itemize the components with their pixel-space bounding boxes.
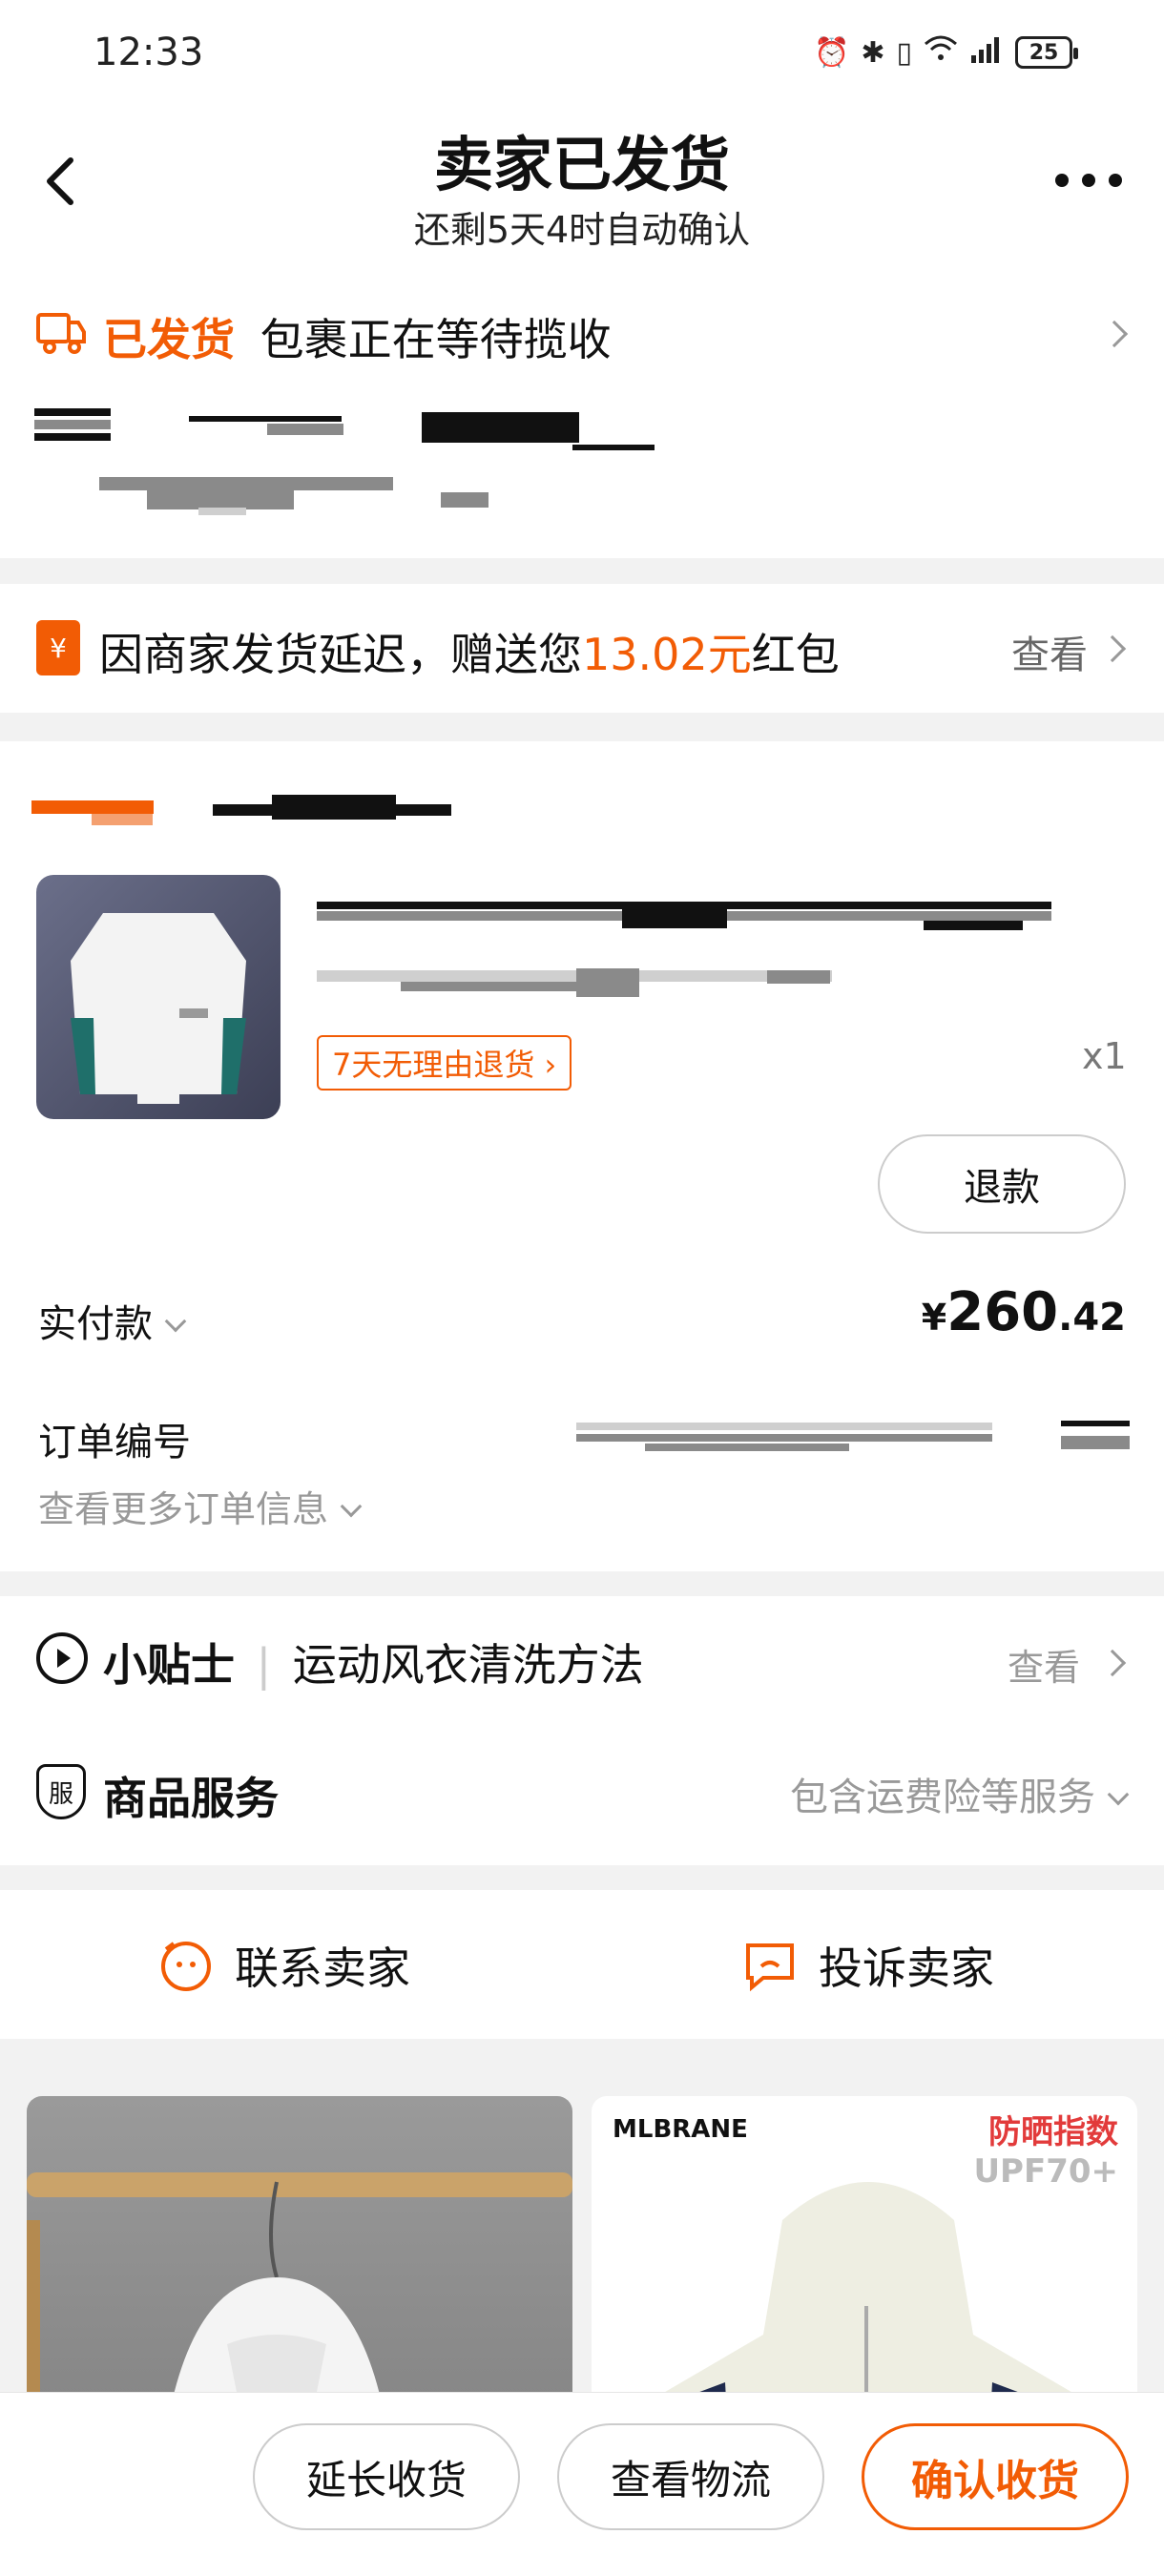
refund-button[interactable]: 退款 bbox=[878, 1134, 1126, 1234]
auto-confirm-countdown: 还剩5天4时自动确认 bbox=[413, 209, 751, 251]
order-card: 7天无理由退货 › x1 退款 实付款 ¥260.42 订单编号 查看更多订单信… bbox=[0, 741, 1164, 1571]
order-number-label: 订单编号 bbox=[38, 1421, 191, 1465]
chevron-down-icon bbox=[340, 1495, 363, 1518]
status-time: 12:33 bbox=[94, 31, 204, 74]
return-policy-badge[interactable]: 7天无理由退货 › bbox=[317, 1035, 572, 1091]
upf-badge: 防晒指数 UPF70+ bbox=[973, 2113, 1118, 2191]
battery-icon: 25 bbox=[1015, 36, 1078, 69]
tips-view-link[interactable]: 查看 bbox=[1008, 1638, 1080, 1691]
page-header: 卖家已发货 还剩5天4时自动确认 bbox=[0, 105, 1164, 267]
view-logistics-button[interactable]: 查看物流 bbox=[557, 2423, 824, 2530]
confirm-receipt-button[interactable]: 确认收货 bbox=[862, 2423, 1129, 2530]
signal-icon bbox=[969, 34, 1004, 71]
product-quantity: x1 bbox=[1082, 1035, 1127, 1077]
coupon-banner[interactable]: ¥ 因商家发货延迟，赠送您13.02元红包 查看 bbox=[0, 584, 1164, 713]
chevron-down-icon bbox=[1107, 1783, 1130, 1806]
shipping-message: 包裹正在等待揽收 bbox=[260, 314, 612, 365]
extend-receipt-button[interactable]: 延长收货 bbox=[253, 2423, 520, 2530]
smile-chat-icon bbox=[161, 1942, 211, 1991]
tips-service-card: 小贴士 | 运动风衣清洗方法 查看 服 商品服务 包含运费险等服务 bbox=[0, 1596, 1164, 1865]
tips-text: 运动风衣清洗方法 bbox=[292, 1639, 644, 1691]
status-icons: ⏰ ✱ ▯ 25 bbox=[813, 34, 1078, 71]
red-packet-icon: ¥ bbox=[36, 620, 80, 675]
recommend-brand: MLBRANE bbox=[613, 2115, 748, 2144]
alarm-icon: ⏰ bbox=[813, 35, 850, 70]
coupon-text: 因商家发货延迟，赠送您13.02元红包 bbox=[99, 629, 840, 680]
complain-seller-button[interactable]: 投诉卖家 bbox=[742, 1934, 994, 1997]
vibrate-icon: ▯ bbox=[896, 35, 912, 70]
chevron-down-icon bbox=[164, 1310, 187, 1333]
truck-icon bbox=[36, 313, 86, 354]
bottom-action-bar: 延长收货 查看物流 确认收货 bbox=[0, 2392, 1164, 2576]
chevron-right-icon bbox=[1098, 1649, 1127, 1677]
more-order-info[interactable]: 查看更多订单信息 bbox=[38, 1480, 363, 1532]
shipping-status: 已发货 bbox=[103, 314, 235, 365]
tips-title: 小贴士 bbox=[103, 1639, 235, 1691]
contact-card: 联系卖家 投诉卖家 bbox=[0, 1890, 1164, 2039]
service-detail[interactable]: 包含运费险等服务 bbox=[790, 1766, 1130, 1821]
page-title: 卖家已发货 bbox=[433, 130, 730, 199]
coupon-view-link[interactable]: 查看 bbox=[1011, 624, 1088, 679]
coupon-amount: 13.02元 bbox=[582, 629, 752, 680]
service-title: 商品服务 bbox=[103, 1773, 279, 1824]
play-icon bbox=[36, 1632, 88, 1684]
payment-label[interactable]: 实付款 bbox=[38, 1293, 187, 1348]
product-image[interactable] bbox=[36, 875, 281, 1119]
shipping-status-line: 已发货 包裹正在等待揽收 bbox=[103, 305, 612, 368]
tips-row[interactable]: 小贴士 | 运动风衣清洗方法 bbox=[103, 1631, 644, 1693]
shipping-card[interactable]: 已发货 包裹正在等待揽收 bbox=[0, 267, 1164, 558]
status-bar: 12:33 ⏰ ✱ ▯ 25 bbox=[0, 0, 1164, 105]
wifi-icon bbox=[924, 34, 958, 71]
more-options-icon[interactable] bbox=[1055, 174, 1122, 187]
contact-seller-button[interactable]: 联系卖家 bbox=[158, 1934, 410, 1997]
bluetooth-icon: ✱ bbox=[861, 35, 885, 70]
payment-amount: ¥260.42 bbox=[921, 1281, 1126, 1343]
chevron-right-icon bbox=[1098, 634, 1127, 663]
complaint-chat-icon bbox=[746, 1943, 794, 1992]
chevron-right-icon bbox=[1100, 320, 1129, 348]
service-shield-icon: 服 bbox=[36, 1764, 86, 1819]
